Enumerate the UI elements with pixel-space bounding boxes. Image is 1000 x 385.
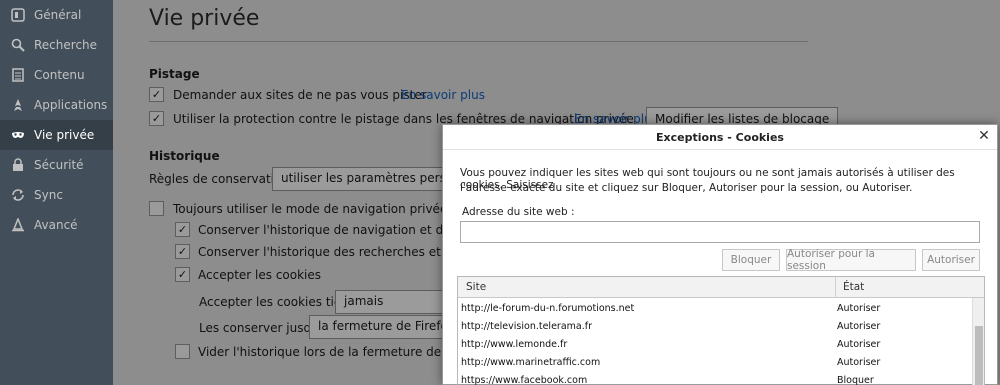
sidebar-item-advanced[interactable]: Avancé — [0, 210, 113, 240]
checkmark-icon: ✓ — [151, 112, 162, 125]
sidebar: Général Recherche Contenu Applications V… — [0, 0, 113, 385]
checkmark-icon: ✓ — [177, 245, 188, 258]
table-row[interactable]: http://television.telerama.fr Autoriser — [458, 318, 972, 336]
close-icon[interactable]: ✕ — [977, 129, 991, 143]
site-address-input[interactable] — [460, 221, 980, 243]
keep-search-history-checkbox[interactable]: ✓ — [175, 244, 190, 259]
row-state: Bloquer — [837, 375, 874, 385]
scrollbar-thumb[interactable] — [975, 326, 983, 385]
section-title-history: Historique — [149, 149, 220, 163]
exceptions-table: Site État http://le-forum-du-n.forumotio… — [457, 276, 985, 385]
column-divider — [835, 277, 836, 298]
keep-until-select[interactable]: la fermeture de Firefox — [309, 315, 443, 339]
dialog-titlebar: Exceptions - Cookies — [443, 125, 997, 150]
table-row[interactable]: https://www.facebook.com Bloquer — [458, 372, 972, 385]
keep-nav-history-checkbox[interactable]: ✓ — [175, 222, 190, 237]
sidebar-item-label: Sync — [34, 188, 63, 202]
checkmark-icon: ✓ — [177, 223, 188, 236]
retention-select[interactable]: utiliser les paramètres personnal — [272, 167, 447, 191]
sidebar-item-privacy[interactable]: Vie privée — [0, 120, 113, 150]
sidebar-item-label: Recherche — [34, 38, 98, 52]
table-row[interactable]: http://www.lemonde.fr Autoriser — [458, 336, 972, 354]
allow-session-button[interactable]: Autoriser pour la session — [786, 248, 916, 272]
row-site: http://www.lemonde.fr — [461, 339, 568, 350]
sidebar-item-label: Applications — [34, 98, 108, 112]
table-scrollbar[interactable] — [972, 298, 984, 385]
row-state: Autoriser — [837, 303, 881, 314]
column-header-site[interactable]: Site — [466, 281, 486, 293]
general-icon — [11, 8, 25, 22]
sidebar-item-sync[interactable]: Sync — [0, 180, 113, 210]
table-header: Site État — [458, 277, 984, 298]
sidebar-item-applications[interactable]: Applications — [0, 90, 113, 120]
sync-icon — [11, 188, 25, 202]
row-state: Autoriser — [837, 321, 881, 332]
dialog-description-line-2: l'adresse exacte du site et cliquez sur … — [460, 182, 913, 194]
sidebar-item-content[interactable]: Contenu — [0, 60, 113, 90]
accept-cookies-label: Accepter les cookies — [198, 268, 322, 282]
accept-cookies-checkbox[interactable]: ✓ — [175, 267, 190, 282]
mask-icon — [11, 128, 25, 142]
dnt-label: Demander aux sites de ne pas vous pister — [173, 88, 427, 102]
rocket-icon — [11, 98, 25, 112]
dialog-title: Exceptions - Cookies — [656, 130, 784, 144]
table-row[interactable]: http://le-forum-du-n.forumotions.net Aut… — [458, 300, 972, 318]
sidebar-item-label: Sécurité — [34, 158, 84, 172]
third-party-cookies-select[interactable]: jamais — [335, 290, 443, 314]
always-private-checkbox[interactable] — [149, 201, 164, 216]
sidebar-item-general[interactable]: Général — [0, 0, 113, 30]
block-button[interactable]: Bloquer — [722, 249, 780, 271]
document-icon — [11, 68, 25, 82]
learn-more-link-dnt[interactable]: En savoir plus — [401, 88, 485, 102]
always-private-label: Toujours utiliser le mode de navigation … — [173, 202, 448, 216]
table-row[interactable]: http://www.marinetraffic.com Autoriser — [458, 354, 972, 372]
column-header-state[interactable]: État — [843, 281, 864, 293]
row-state: Autoriser — [837, 357, 881, 368]
row-site: https://www.facebook.com — [461, 375, 588, 385]
checkmark-icon: ✓ — [151, 88, 162, 101]
sidebar-item-label: Général — [34, 8, 82, 22]
row-site: http://www.marinetraffic.com — [461, 357, 601, 368]
address-label: Adresse du site web : — [462, 206, 575, 218]
cookie-exceptions-dialog: Exceptions - Cookies ✕ Vous pouvez indiq… — [442, 124, 998, 385]
row-site: http://le-forum-du-n.forumotions.net — [461, 303, 635, 314]
title-divider — [149, 41, 808, 42]
clear-on-close-checkbox[interactable] — [175, 344, 190, 359]
row-state: Autoriser — [837, 339, 881, 350]
sidebar-item-label: Vie privée — [34, 128, 95, 142]
allow-button[interactable]: Autoriser — [922, 249, 980, 271]
dnt-checkbox[interactable]: ✓ — [149, 87, 164, 102]
checkmark-icon: ✓ — [177, 268, 188, 281]
tracking-protection-checkbox[interactable]: ✓ — [149, 111, 164, 126]
wizard-hat-icon — [11, 218, 25, 232]
section-title-tracking: Pistage — [149, 67, 200, 81]
search-icon — [11, 38, 25, 52]
page-title: Vie privée — [149, 6, 260, 31]
sidebar-item-security[interactable]: Sécurité — [0, 150, 113, 180]
lock-icon — [11, 158, 25, 172]
sidebar-item-search[interactable]: Recherche — [0, 30, 113, 60]
row-site: http://television.telerama.fr — [461, 321, 592, 332]
sidebar-item-label: Avancé — [34, 218, 78, 232]
sidebar-item-label: Contenu — [34, 68, 85, 82]
